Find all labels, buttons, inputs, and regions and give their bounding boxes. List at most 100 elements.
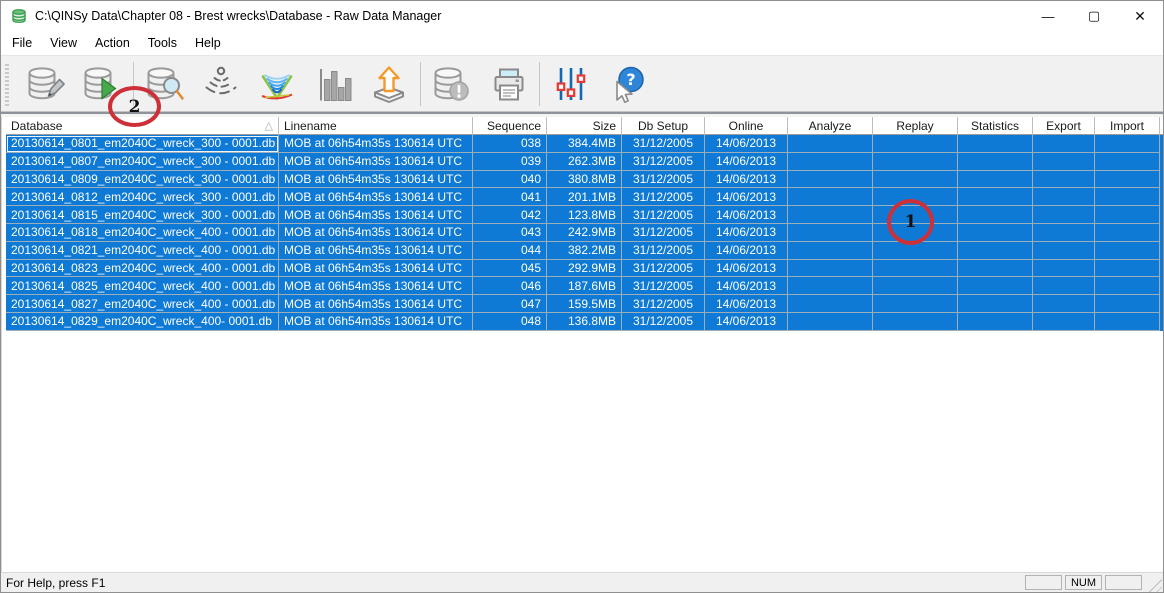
cell-statistics: [958, 313, 1033, 331]
resize-grip[interactable]: [1147, 577, 1162, 592]
table-row[interactable]: 20130614_0809_em2040C_wreck_300 - 0001.d…: [6, 171, 1163, 189]
cell-export: [1033, 171, 1095, 189]
cell-replay: [873, 171, 958, 189]
cell-analyze: [788, 153, 873, 171]
database-edit-icon: [26, 64, 66, 104]
cell-linename: MOB at 06h54m35s 130614 UTC: [279, 206, 473, 224]
sort-ascending-icon: △: [261, 121, 273, 132]
cell-linename: MOB at 06h54m35s 130614 UTC: [279, 224, 473, 242]
toolbar-gripper[interactable]: [5, 64, 9, 106]
callout-number: 1: [905, 212, 917, 232]
column-header-replay[interactable]: Replay: [873, 117, 958, 135]
cell-import: [1095, 188, 1160, 206]
cell-export: [1033, 242, 1095, 260]
cell-size: 380.8MB: [547, 171, 622, 189]
cell-size: 201.1MB: [547, 188, 622, 206]
toolbar-button-database-edit[interactable]: [23, 59, 69, 109]
table-row[interactable]: 20130614_0801_em2040C_wreck_300 - 0001.d…: [6, 135, 1163, 153]
cell-replay: [873, 313, 958, 331]
cell-db_setup: 31/12/2005: [622, 260, 705, 278]
table-row[interactable]: 20130614_0812_em2040C_wreck_300 - 0001.d…: [6, 188, 1163, 206]
toolbar-button-filter-sliders[interactable]: [548, 59, 594, 109]
cell-analyze: [788, 206, 873, 224]
cell-import: [1095, 295, 1160, 313]
cell-statistics: [958, 295, 1033, 313]
cell-online: 14/06/2013: [705, 295, 788, 313]
menu-item-view[interactable]: View: [41, 33, 86, 53]
database-table: Database △ LinenameSequenceSize Db Setup Onl…: [1, 117, 1163, 572]
sonar-ping-icon: [201, 64, 241, 104]
cell-size: 159.5MB: [547, 295, 622, 313]
cell-sequence: 044: [473, 242, 547, 260]
column-header-db_setup[interactable]: Db Setup: [622, 117, 705, 135]
minimize-button[interactable]: —: [1025, 1, 1071, 31]
cell-import: [1095, 313, 1160, 331]
cell-sequence: 042: [473, 206, 547, 224]
toolbar-button-printer[interactable]: [485, 59, 531, 109]
table-row[interactable]: 20130614_0818_em2040C_wreck_400 - 0001.d…: [6, 224, 1163, 242]
column-header-analyze[interactable]: Analyze: [788, 117, 873, 135]
column-header-label: Database: [11, 119, 62, 133]
column-header-statistics[interactable]: Statistics: [958, 117, 1033, 135]
toolbar-button-export-data[interactable]: [366, 59, 412, 109]
toolbar-button-multibeam-swath[interactable]: [254, 59, 300, 109]
toolbar-button-database-alert[interactable]: [429, 59, 475, 109]
table-row[interactable]: 20130614_0825_em2040C_wreck_400 - 0001.d…: [6, 277, 1163, 295]
table-row[interactable]: 20130614_0821_em2040C_wreck_400 - 0001.d…: [6, 242, 1163, 260]
table-row[interactable]: 20130614_0815_em2040C_wreck_300 - 0001.d…: [6, 206, 1163, 224]
cell-sequence: 043: [473, 224, 547, 242]
toolbar-button-context-help[interactable]: [604, 59, 650, 109]
cell-db_setup: 31/12/2005: [622, 242, 705, 260]
cell-statistics: [958, 206, 1033, 224]
toolbar-group: [548, 59, 650, 109]
cell-import: [1095, 224, 1160, 242]
cell-linename: MOB at 06h54m35s 130614 UTC: [279, 171, 473, 189]
toolbar-button-statistics-chart[interactable]: [310, 59, 356, 109]
status-panel-num: NUM: [1065, 575, 1102, 590]
column-header-size[interactable]: Size: [547, 117, 622, 135]
cell-import: [1095, 153, 1160, 171]
cell-online: 14/06/2013: [705, 224, 788, 242]
cell-online: 14/06/2013: [705, 135, 788, 153]
cell-online: 14/06/2013: [705, 242, 788, 260]
column-header-online[interactable]: Online: [705, 117, 788, 135]
column-header-export[interactable]: Export: [1033, 117, 1095, 135]
status-panels: NUM: [1025, 575, 1145, 590]
column-header-import[interactable]: Import: [1095, 117, 1160, 135]
table-row[interactable]: 20130614_0827_em2040C_wreck_400 - 0001.d…: [6, 295, 1163, 313]
cell-analyze: [788, 295, 873, 313]
cell-export: [1033, 224, 1095, 242]
filter-sliders-icon: [551, 64, 591, 104]
table-row[interactable]: 20130614_0823_em2040C_wreck_400 - 0001.d…: [6, 260, 1163, 278]
statistics-chart-icon: [313, 64, 353, 104]
column-header-label: Db Setup: [638, 119, 688, 133]
cell-statistics: [958, 153, 1033, 171]
cell-statistics: [958, 135, 1033, 153]
title-bar: C:\QINSy Data\Chapter 08 - Brest wrecks\…: [1, 1, 1163, 31]
column-header-sequence[interactable]: Sequence: [473, 117, 547, 135]
menu-item-tools[interactable]: Tools: [139, 33, 186, 53]
menu-item-help[interactable]: Help: [186, 33, 230, 53]
column-header-linename[interactable]: Linename: [279, 117, 473, 135]
cell-export: [1033, 313, 1095, 331]
cell-online: 14/06/2013: [705, 153, 788, 171]
status-message: For Help, press F1: [6, 576, 1025, 590]
toolbar: [1, 55, 1163, 112]
table-row[interactable]: 20130614_0807_em2040C_wreck_300 - 0001.d…: [6, 153, 1163, 171]
close-button[interactable]: ✕: [1117, 1, 1163, 31]
cell-linename: MOB at 06h54m35s 130614 UTC: [279, 295, 473, 313]
cell-db_setup: 31/12/2005: [622, 171, 705, 189]
status-panel: [1105, 575, 1142, 590]
cell-online: 14/06/2013: [705, 277, 788, 295]
callout-number: 2: [129, 97, 141, 117]
cell-db_setup: 31/12/2005: [622, 313, 705, 331]
menu-item-action[interactable]: Action: [86, 33, 139, 53]
table-row[interactable]: 20130614_0829_em2040C_wreck_400- 0001.db…: [6, 313, 1163, 331]
app-icon: [11, 8, 27, 24]
maximize-button[interactable]: ▢: [1071, 1, 1117, 31]
toolbar-button-sonar-ping[interactable]: [198, 59, 244, 109]
column-header-label: Statistics: [971, 119, 1019, 133]
cell-linename: MOB at 06h54m35s 130614 UTC: [279, 313, 473, 331]
menu-item-file[interactable]: File: [3, 33, 41, 53]
cell-linename: MOB at 06h54m35s 130614 UTC: [279, 188, 473, 206]
